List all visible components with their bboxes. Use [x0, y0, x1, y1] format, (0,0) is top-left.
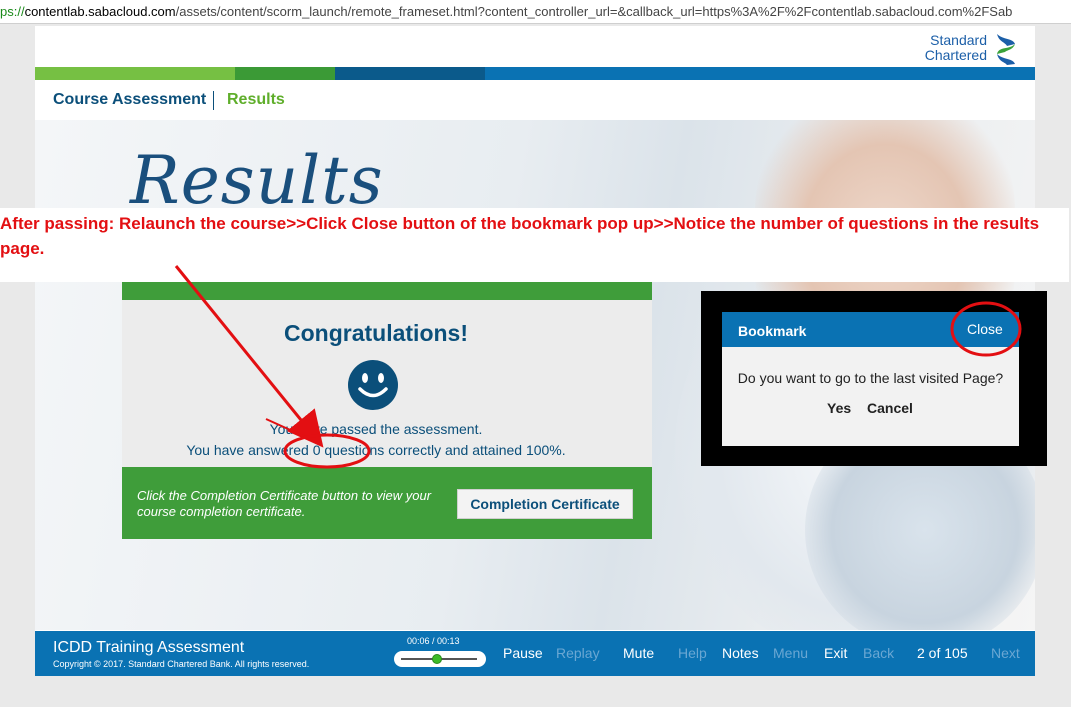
stripe-segment: [935, 67, 1035, 80]
annotation-text: After passing: Relaunch the course>>Clic…: [0, 214, 1040, 258]
bookmark-close-button[interactable]: Close: [967, 321, 1003, 337]
bookmark-cancel-button[interactable]: Cancel: [867, 400, 913, 416]
breadcrumb: Course Assessment Results: [35, 80, 1035, 120]
standard-chartered-logo-icon: [997, 34, 1015, 65]
congrats-heading: Congratulations!: [284, 320, 468, 346]
stripe-segment: [235, 67, 335, 80]
bookmark-title: Bookmark: [738, 323, 807, 339]
score-text: You have answered 0 questions correctly …: [186, 442, 566, 458]
stripe-segment: [485, 67, 935, 80]
passed-text: You have passed the assessment.: [269, 421, 483, 437]
elapsed-time: 00:06 / 00:13: [407, 636, 460, 646]
bookmark-dialog: Bookmark Close Do you want to go to the …: [722, 312, 1019, 446]
notes-button[interactable]: Notes: [722, 645, 759, 661]
url-prefix: ps://: [0, 4, 25, 19]
help-button[interactable]: Help: [678, 645, 707, 661]
next-button[interactable]: Next: [991, 645, 1020, 661]
breadcrumb-results: Results: [227, 91, 285, 108]
breadcrumb-divider: [213, 91, 214, 110]
smiley-icon: [348, 360, 398, 410]
stripe-segment: [35, 67, 235, 80]
player-footer: ICDD Training Assessment Copyright © 201…: [35, 631, 1035, 676]
certificate-panel: Click the Completion Certificate button …: [122, 467, 652, 539]
brand-logo: Standard Chartered: [924, 30, 1027, 66]
replay-button[interactable]: Replay: [556, 645, 600, 661]
course-title: ICDD Training Assessment: [53, 639, 245, 656]
url-path: /assets/content/scorm_launch/remote_fram…: [175, 4, 1013, 19]
slider-knob[interactable]: [432, 654, 443, 664]
bookmark-yes-button[interactable]: Yes: [827, 400, 851, 416]
mute-button[interactable]: Mute: [623, 645, 654, 661]
results-card: Congratulations! You have passed the ass…: [122, 282, 652, 539]
brand-line2: Chartered: [924, 47, 987, 63]
card-top-bar: [122, 282, 652, 300]
back-button[interactable]: Back: [863, 645, 894, 661]
pause-button[interactable]: Pause: [503, 645, 543, 661]
color-stripe: [35, 67, 1035, 80]
stripe-segment: [335, 67, 485, 80]
annotation-note: After passing: Relaunch the course>>Clic…: [0, 208, 1069, 282]
bookmark-question: Do you want to go to the last visited Pa…: [737, 370, 1004, 386]
progress-slider[interactable]: [394, 651, 486, 667]
bookmark-header: Bookmark Close: [722, 312, 1019, 347]
brand-line1: Standard: [930, 32, 987, 48]
copyright-text: Copyright © 2017. Standard Chartered Ban…: [53, 659, 310, 669]
page-counter: 2 of 105: [917, 645, 968, 661]
url-host: contentlab.sabacloud.com: [24, 4, 176, 19]
breadcrumb-course[interactable]: Course Assessment: [53, 91, 206, 109]
menu-button[interactable]: Menu: [773, 645, 808, 661]
browser-address-bar[interactable]: ps://contentlab.sabacloud.com/assets/con…: [0, 0, 1071, 24]
exit-button[interactable]: Exit: [824, 645, 847, 661]
completion-certificate-button[interactable]: Completion Certificate: [457, 489, 633, 519]
certificate-instructions: Click the Completion Certificate button …: [137, 488, 432, 519]
